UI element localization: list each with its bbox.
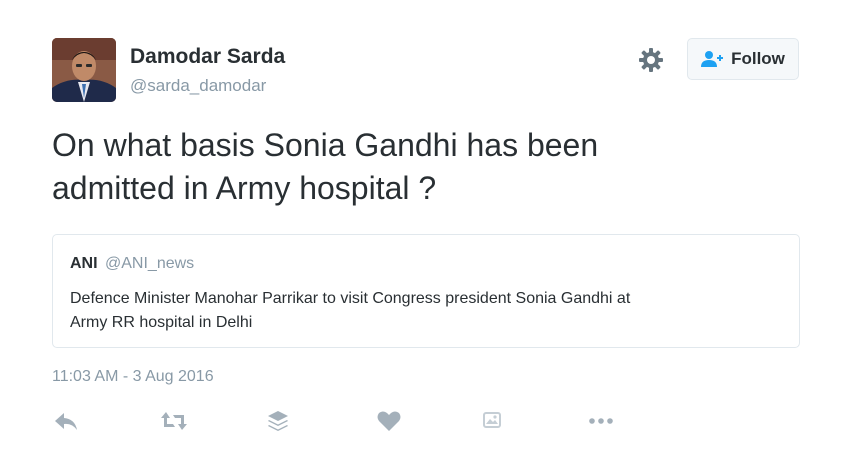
more-icon[interactable] — [587, 408, 615, 434]
tweet-text-line: On what basis Sonia Gandhi has been — [52, 127, 599, 163]
media-icon[interactable] — [479, 408, 507, 434]
avatar-photo — [52, 38, 116, 102]
author-handle[interactable]: @sarda_damodar — [130, 76, 266, 96]
quoted-tweet[interactable]: ANI @ANI_news Defence Minister Manohar P… — [52, 234, 800, 348]
reply-icon[interactable] — [52, 408, 80, 434]
retweet-icon[interactable] — [160, 408, 188, 434]
quoted-tweet-text-line: Defence Minister Manohar Parrikar to vis… — [70, 290, 631, 307]
follow-button[interactable]: Follow — [687, 38, 799, 80]
quoted-tweet-handle: @ANI_news — [105, 255, 195, 272]
tweet-action-bar — [0, 404, 850, 438]
quoted-tweet-header: ANI @ANI_news — [70, 255, 194, 273]
gear-icon[interactable] — [638, 47, 664, 73]
avatar[interactable] — [52, 38, 116, 102]
follow-button-label: Follow — [731, 49, 785, 68]
buffer-icon[interactable] — [264, 408, 292, 434]
quoted-tweet-author: ANI — [70, 255, 98, 272]
quoted-tweet-text-line: Army RR hospital in Delhi — [70, 314, 253, 331]
quoted-tweet-text: Defence Minister Manohar Parrikar to vis… — [70, 287, 770, 335]
author-name[interactable]: Damodar Sarda — [130, 45, 285, 69]
like-icon[interactable] — [375, 408, 403, 434]
user-plus-icon — [701, 51, 724, 67]
tweet-timestamp[interactable]: 11:03 AM - 3 Aug 2016 — [52, 368, 214, 386]
tweet-text: On what basis Sonia Gandhi has been admi… — [52, 124, 792, 210]
tweet-text-line: admitted in Army hospital ? — [52, 170, 437, 206]
